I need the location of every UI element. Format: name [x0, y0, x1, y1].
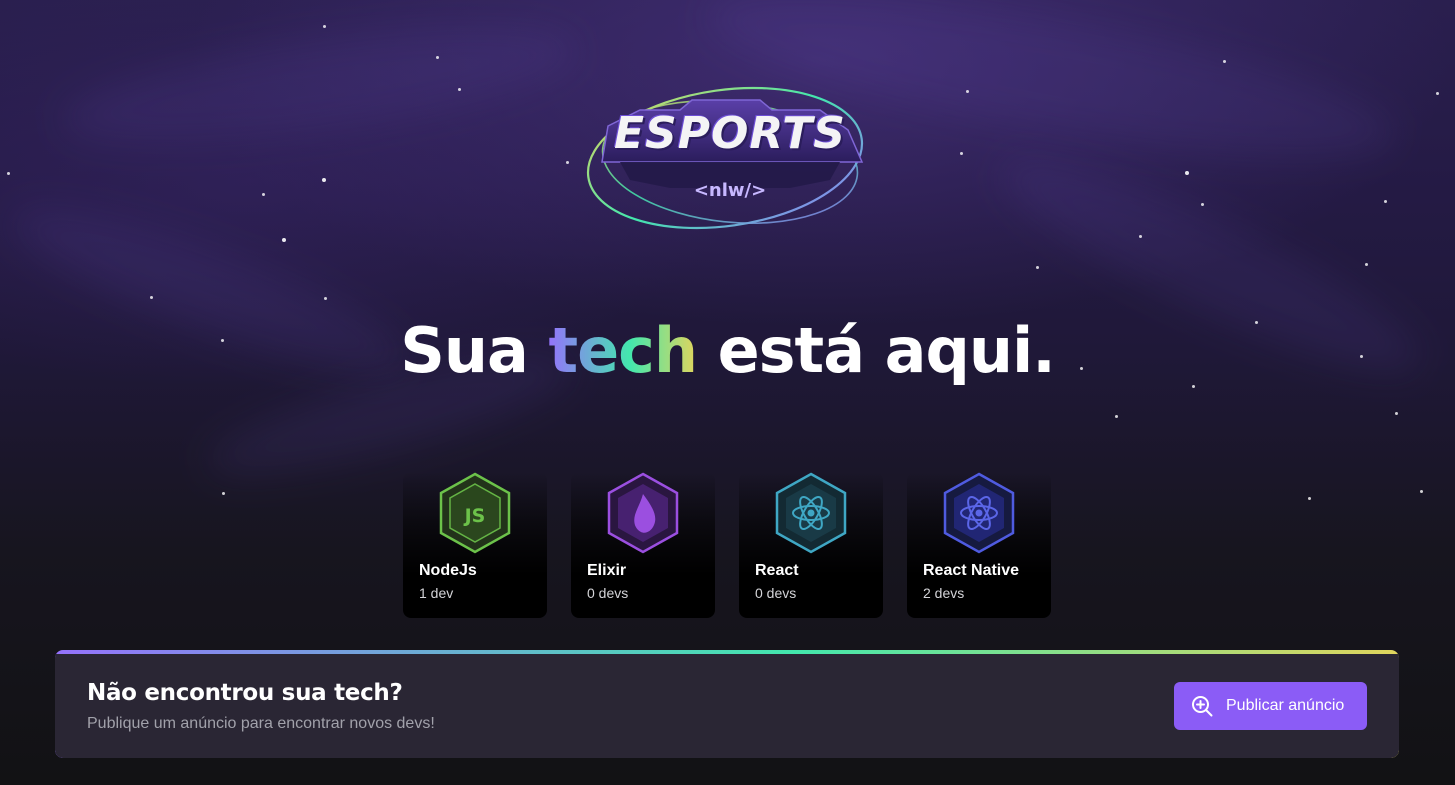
star: [960, 152, 963, 155]
star: [1436, 92, 1439, 95]
star: [1036, 266, 1039, 269]
star: [324, 297, 327, 300]
star: [1115, 415, 1118, 418]
nebula-streak: [56, 4, 584, 166]
publish-ad-banner: Não encontrou sua tech? Publique um anún…: [55, 650, 1399, 758]
headline-highlight: tech: [548, 314, 698, 387]
banner-content: Não encontrou sua tech? Publique um anún…: [55, 654, 1399, 758]
react-native-icon: [942, 472, 1016, 554]
tech-card-react[interactable]: React 0 devs: [739, 472, 883, 618]
tech-card-react-native[interactable]: React Native 2 devs: [907, 472, 1051, 618]
page-title: Sua tech está aqui.: [0, 314, 1455, 387]
star: [1365, 263, 1368, 266]
magnifying-glass-plus-icon: [1192, 696, 1213, 717]
react-icon: [774, 472, 848, 554]
star: [458, 88, 461, 91]
star: [282, 238, 286, 242]
tech-name: React Native: [923, 562, 1020, 579]
star: [1201, 203, 1204, 206]
star: [1185, 171, 1189, 175]
tech-dev-count: 1 dev: [419, 585, 454, 601]
star: [1139, 235, 1142, 238]
star: [436, 56, 439, 59]
tech-card-list: JS NodeJs 1 dev Elixir 0 devs React 0 de…: [403, 472, 1063, 618]
star: [1395, 412, 1398, 415]
star: [323, 25, 326, 28]
publish-ad-button[interactable]: Publicar anúncio: [1174, 682, 1367, 730]
star: [1308, 497, 1311, 500]
elixir-icon: [606, 472, 680, 554]
star: [1420, 490, 1423, 493]
headline-prefix: Sua: [400, 314, 549, 387]
star: [1223, 60, 1226, 63]
star: [322, 178, 326, 182]
logo-wordmark: ESPORTS: [613, 108, 846, 159]
banner-subtitle: Publique um anúncio para encontrar novos…: [87, 715, 435, 732]
star: [1384, 200, 1387, 203]
esports-nlw-logo: ESPORTS <nlw/>: [580, 70, 875, 245]
star: [566, 161, 569, 164]
tech-card-nodejs[interactable]: JS NodeJs 1 dev: [403, 472, 547, 618]
tech-card-elixir[interactable]: Elixir 0 devs: [571, 472, 715, 618]
publish-ad-button-label: Publicar anúncio: [1226, 697, 1345, 714]
tech-name: NodeJs: [419, 562, 477, 579]
star: [7, 172, 10, 175]
nodejs-icon: JS: [438, 472, 512, 554]
star: [966, 90, 969, 93]
logo-tag: <nlw/>: [693, 180, 767, 201]
tech-dev-count: 2 devs: [923, 585, 965, 601]
tech-name: Elixir: [587, 562, 627, 579]
tech-name: React: [755, 562, 799, 579]
tech-dev-count: 0 devs: [587, 585, 629, 601]
tech-dev-count: 0 devs: [755, 585, 797, 601]
headline-suffix: está aqui.: [697, 314, 1056, 387]
star: [262, 193, 265, 196]
star: [222, 492, 225, 495]
svg-text:JS: JS: [463, 505, 486, 527]
banner-title: Não encontrou sua tech?: [87, 680, 403, 706]
star: [150, 296, 153, 299]
